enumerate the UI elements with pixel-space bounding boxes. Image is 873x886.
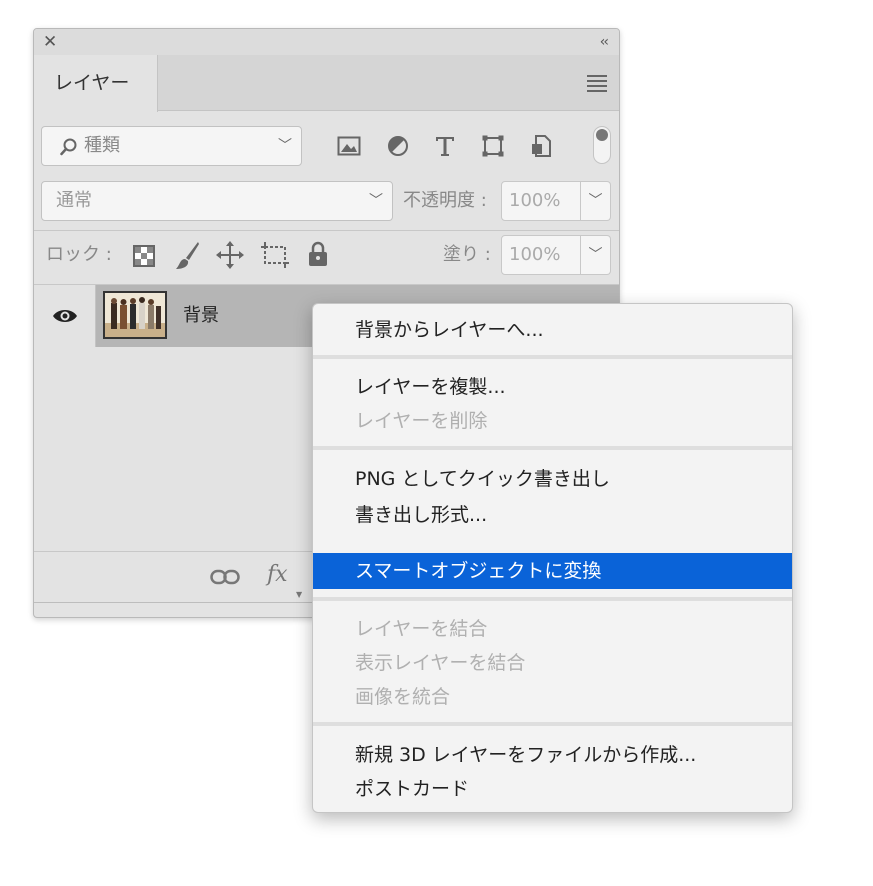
opacity-input[interactable]: 100% xyxy=(501,181,581,221)
lock-transparent-pixels-icon[interactable] xyxy=(133,245,155,267)
lock-icon[interactable] xyxy=(308,241,328,267)
lock-label: ロック : xyxy=(46,244,112,265)
blend-mode-dropdown[interactable]: 通常 ﹀ xyxy=(41,181,393,221)
filter-kind-label: 種類 xyxy=(84,135,120,156)
smart-object-filter-icon[interactable] xyxy=(530,134,554,158)
menu-separator xyxy=(313,446,792,450)
panel-menu-icon[interactable] xyxy=(587,75,607,95)
menu-item-postcard[interactable]: ポストカード xyxy=(313,774,792,804)
layer-thumbnail[interactable] xyxy=(103,291,167,339)
opacity-label: 不透明度 : xyxy=(403,190,487,211)
collapse-icon[interactable]: ‹‹ xyxy=(600,32,609,52)
menu-item-background-to-layer[interactable]: 背景からレイヤーへ... xyxy=(313,315,792,345)
chevron-down-icon: ﹀ xyxy=(278,138,292,154)
move-icon[interactable] xyxy=(216,241,244,269)
menu-item-flatten-image: 画像を統合 xyxy=(355,686,451,708)
menu-item-duplicate-layer[interactable]: レイヤーを複製... xyxy=(313,372,792,402)
menu-item-new-3d-layer-from-file[interactable]: 新規 3D レイヤーをファイルから作成... xyxy=(313,740,792,770)
menu-separator xyxy=(313,355,792,359)
close-icon[interactable]: ✕ xyxy=(43,32,57,52)
menu-separator xyxy=(313,597,792,601)
link-layers-icon[interactable] xyxy=(210,569,240,585)
eye-icon xyxy=(53,310,77,322)
panel-titlebar: ✕ ‹‹ xyxy=(34,29,619,55)
menu-item-convert-to-smart-object[interactable]: スマートオブジェクトに変換 xyxy=(313,553,792,589)
fx-submenu-indicator: ▼ xyxy=(296,590,303,599)
fill-label: 塗り : xyxy=(443,244,491,265)
brush-icon[interactable] xyxy=(174,241,200,271)
menu-item-merge-layers: レイヤーを結合 xyxy=(355,618,488,640)
pixel-layer-filter-icon[interactable] xyxy=(337,134,361,158)
menu-item-merge-visible: 表示レイヤーを結合 xyxy=(355,652,526,674)
panel-tab-row: レイヤー xyxy=(34,55,619,112)
artboard-lock-icon[interactable] xyxy=(261,242,289,268)
blend-mode-label: 通常 xyxy=(56,190,92,211)
menu-item-delete-layer: レイヤーを削除 xyxy=(355,410,488,432)
visibility-toggle[interactable] xyxy=(34,285,96,347)
menu-separator xyxy=(313,722,792,726)
filter-kind-dropdown[interactable]: 種類 ﹀ xyxy=(41,126,302,166)
chevron-down-icon: ﹀ xyxy=(369,193,383,209)
search-icon xyxy=(60,138,77,156)
layer-name[interactable]: 背景 xyxy=(183,285,219,347)
type-layer-filter-icon[interactable] xyxy=(433,134,457,158)
divider xyxy=(34,230,619,231)
menu-item-export-as[interactable]: 書き出し形式... xyxy=(313,500,792,530)
layer-context-menu: 背景からレイヤーへ... レイヤーを複製... レイヤーを削除 PNG としてク… xyxy=(312,303,793,813)
shape-layer-filter-icon[interactable] xyxy=(481,134,505,158)
opacity-dropdown-button[interactable]: ﹀ xyxy=(581,181,611,221)
fill-dropdown-button[interactable]: ﹀ xyxy=(581,235,611,275)
menu-item-quick-export-png[interactable]: PNG としてクイック書き出し xyxy=(313,464,792,494)
filter-toggle[interactable] xyxy=(593,126,611,164)
adjustment-layer-filter-icon[interactable] xyxy=(386,134,410,158)
fx-button[interactable]: fx xyxy=(267,562,288,587)
tab-layers[interactable]: レイヤー xyxy=(34,55,158,112)
fill-input[interactable]: 100% xyxy=(501,235,581,275)
